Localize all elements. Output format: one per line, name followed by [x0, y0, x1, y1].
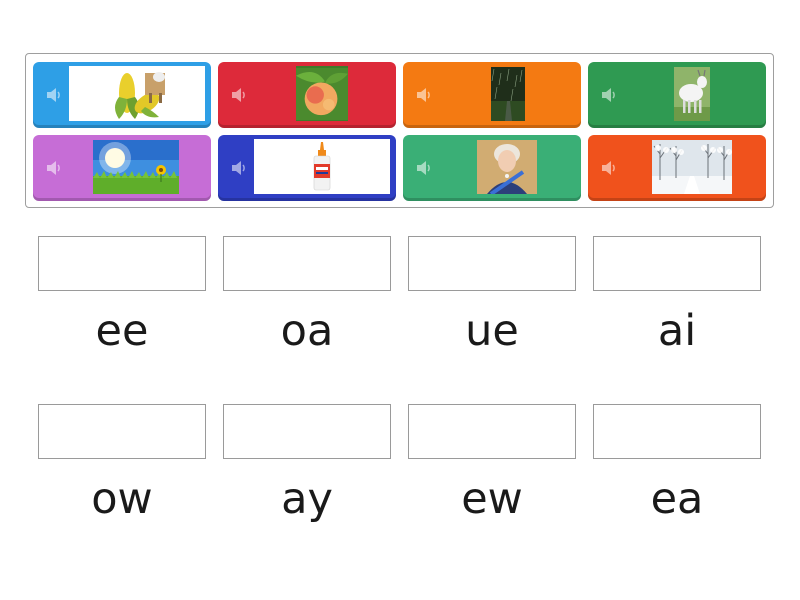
target-label: ay [281, 474, 333, 524]
snowy-trees-icon [652, 139, 732, 194]
goat-icon [674, 66, 710, 121]
target-label: ea [650, 474, 704, 524]
target-label: ow [91, 474, 153, 524]
drop-box-ea[interactable] [593, 404, 761, 459]
picture-tile-snowy-trees[interactable] [588, 135, 766, 201]
picture-tile-glue[interactable] [218, 135, 396, 201]
match-up-activity: ee oa ue ai ow ay ew ea [0, 0, 800, 600]
drop-box-ew[interactable] [408, 404, 576, 459]
speaker-icon[interactable] [600, 86, 618, 104]
speaker-icon[interactable] [600, 159, 618, 177]
drop-box-oa[interactable] [223, 236, 391, 291]
speaker-icon[interactable] [230, 86, 248, 104]
rain-icon [491, 66, 525, 121]
target-label: oa [280, 306, 334, 356]
target-label: ue [465, 306, 519, 356]
picture-tile-sun-field[interactable] [33, 135, 211, 201]
picture-tile-goat[interactable] [588, 62, 766, 128]
glue-bottle-icon [302, 139, 342, 194]
picture-tile-rain[interactable] [403, 62, 581, 128]
peach-icon [296, 67, 348, 120]
drop-box-ai[interactable] [593, 236, 761, 291]
picture-tile-corn-goat[interactable] [33, 62, 211, 128]
drop-box-ow[interactable] [38, 404, 206, 459]
speaker-icon[interactable] [45, 86, 63, 104]
speaker-icon[interactable] [230, 159, 248, 177]
picture-tile-queen[interactable] [403, 135, 581, 201]
corn-and-goat-icon [89, 66, 185, 121]
picture-tile-peach[interactable] [218, 62, 396, 128]
drop-box-ay[interactable] [223, 404, 391, 459]
target-label: ai [657, 306, 697, 356]
drop-box-ee[interactable] [38, 236, 206, 291]
queen-icon [477, 139, 537, 194]
target-label: ew [461, 474, 523, 524]
speaker-icon[interactable] [415, 159, 433, 177]
sun-field-icon [93, 139, 179, 194]
drop-box-ue[interactable] [408, 236, 576, 291]
speaker-icon[interactable] [45, 159, 63, 177]
target-label: ee [95, 306, 149, 356]
speaker-icon[interactable] [415, 86, 433, 104]
